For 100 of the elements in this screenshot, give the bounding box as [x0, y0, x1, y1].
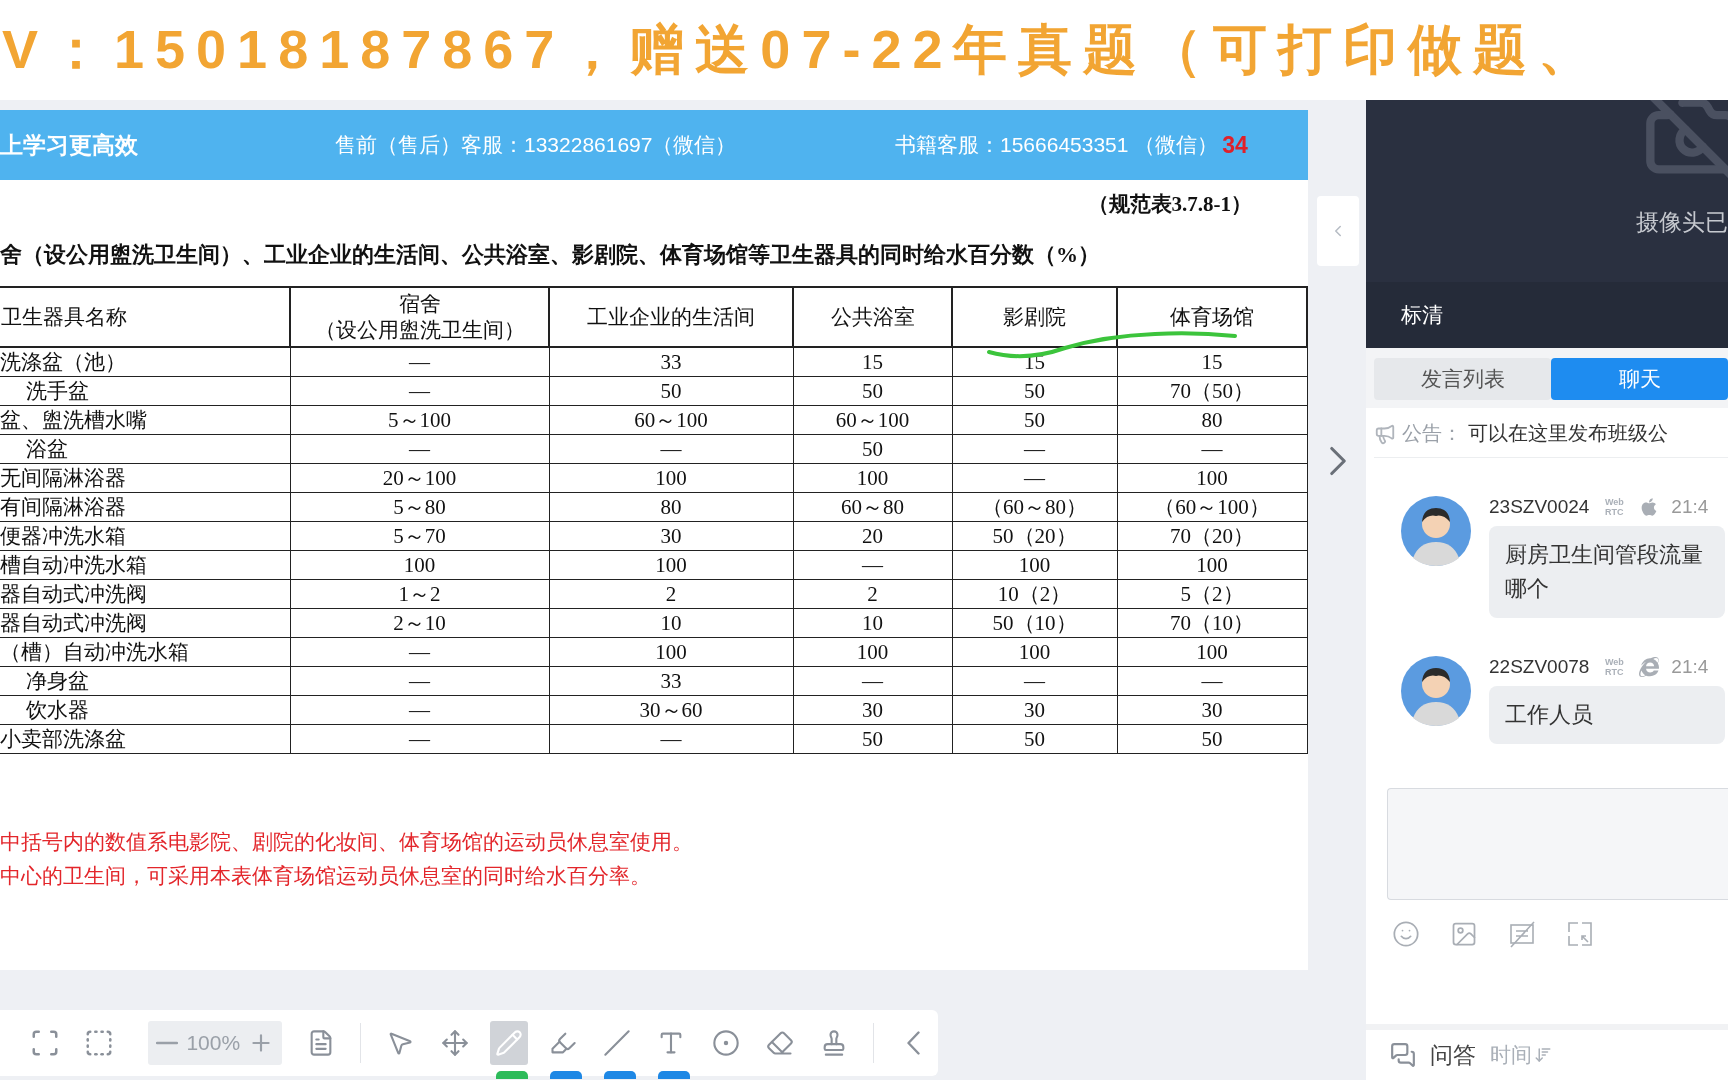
table-cell: 50: [952, 405, 1117, 435]
move-icon: [440, 1029, 469, 1057]
qa-icon: [1390, 1042, 1416, 1068]
table-cell: 70（50）: [1117, 376, 1307, 406]
emoji-icon[interactable]: [1392, 920, 1420, 948]
service-contact: 售前（售后）客服：13322861697（微信）: [335, 132, 738, 158]
table-cell: 10（2）: [952, 579, 1117, 609]
message-bubble: 工作人员: [1489, 686, 1725, 744]
client-label: Web RTC: [1603, 657, 1625, 677]
table-cell: 2～10: [290, 608, 549, 638]
table-cell: 1～2: [290, 579, 549, 609]
table-cell: （60～100）: [1117, 492, 1307, 522]
table-cell: 100: [549, 550, 793, 580]
table-cell: 15: [1117, 347, 1307, 377]
slogan: 上学习更高效: [0, 130, 139, 160]
table-cell: 100: [290, 550, 549, 580]
pencil-icon: [494, 1029, 523, 1057]
table-cell: 20: [793, 521, 952, 551]
table-cell: 100: [549, 637, 793, 667]
column-header: 卫生器具名称: [1, 304, 128, 330]
table-cell: 槽自动冲洗水箱: [0, 550, 290, 580]
promo-banner-text: V：15018187867，赠送07-22年真题（可打印做题、: [2, 17, 1604, 81]
table-cell: 30: [1117, 695, 1307, 725]
table-cell: 100: [549, 463, 793, 493]
table-cell: 33: [549, 666, 793, 696]
mute-chat-icon[interactable]: [1508, 920, 1536, 948]
minus-icon: [156, 1041, 179, 1045]
table-cell: —: [290, 724, 549, 754]
table-cell: 器自动式冲洗阀: [0, 579, 290, 609]
table-note: 中括号内的数值系电影院、剧院的化妆间、体育场馆的运动员休息室使用。: [0, 829, 694, 856]
quality-label[interactable]: 标清: [1401, 301, 1443, 329]
table-cell: 有间隔淋浴器: [0, 492, 290, 522]
table-cell: 50: [793, 434, 952, 464]
table-cell: 30: [952, 695, 1117, 725]
column-header: （设公用盥洗卫生间）: [313, 317, 526, 343]
image-icon[interactable]: [1450, 920, 1478, 948]
table-cell: 60～80: [793, 492, 952, 522]
table-cell: 50: [952, 724, 1117, 754]
table-cell: 30: [549, 521, 793, 551]
table-cell: 80: [1117, 405, 1307, 435]
panel-tab[interactable]: 聊天: [1551, 358, 1728, 400]
table-cell: —: [793, 666, 952, 696]
table-cell: 盆、盥洗槽水嘴: [0, 405, 290, 435]
table-cell: 5～70: [290, 521, 549, 551]
table-cell: 洗手盆: [0, 376, 290, 406]
client-label: Web RTC: [1603, 497, 1625, 517]
eraser-icon: [765, 1029, 794, 1057]
table-cell: 50（20）: [952, 521, 1117, 551]
book-service-contact: 书籍客服：15666453351 （微信）: [895, 132, 1219, 158]
message-time: 21:4: [1671, 496, 1709, 518]
table-cell: 小卖部洗涤盆: [0, 724, 290, 754]
screen-capture-icon[interactable]: [1566, 920, 1594, 948]
qa-tab[interactable]: 问答: [1430, 1039, 1476, 1071]
table-cell: 100: [1117, 463, 1307, 493]
table-cell: 50: [952, 376, 1117, 406]
table-reference: （规范表3.7.8-1）: [1087, 191, 1252, 218]
fit-screen-icon: [30, 1028, 61, 1058]
table-cell: —: [549, 724, 793, 754]
column-header: 体育场馆: [1169, 304, 1255, 330]
table-cell: —: [290, 434, 549, 464]
table-cell: —: [952, 666, 1117, 696]
target-icon: [711, 1029, 740, 1057]
table-cell: —: [290, 637, 549, 667]
table-cell: 50（10）: [952, 608, 1117, 638]
panel-tab[interactable]: 发言列表: [1374, 358, 1551, 400]
table-cell: 10: [793, 608, 952, 638]
table-cell: 100: [1117, 550, 1307, 580]
message-bubble: 厨房卫生间管段流量 哪个: [1489, 526, 1725, 618]
table-cell: 100: [793, 463, 952, 493]
table-cell: 70（10）: [1117, 608, 1307, 638]
table-cell: 100: [952, 550, 1117, 580]
column-header: 公共浴室: [829, 304, 916, 330]
table-cell: 33: [549, 347, 793, 377]
table-cell: 50: [793, 376, 952, 406]
table-cell: 100: [793, 637, 952, 667]
avatar: [1401, 656, 1471, 726]
table-cell: —: [290, 695, 549, 725]
table-cell: 2: [549, 579, 793, 609]
table-note: 中心的卫生间，可采用本表体育场馆运动员休息室的同时给水百分率。: [0, 863, 652, 890]
message-input[interactable]: [1387, 788, 1728, 900]
chevron-left-icon: [906, 1031, 920, 1055]
table-cell: —: [290, 347, 549, 377]
table-cell: 100: [952, 637, 1117, 667]
column-header: 宿舍: [397, 291, 442, 317]
table-cell: 50: [793, 724, 952, 754]
table-cell: 60～100: [549, 405, 793, 435]
table-cell: —: [290, 376, 549, 406]
table-cell: —: [952, 434, 1117, 464]
table-cell: 浴盆: [0, 434, 290, 464]
table-cell: 15: [793, 347, 952, 377]
table-cell: 洗涤盆（池）: [0, 347, 290, 377]
table-cell: 80: [549, 492, 793, 522]
column-header: 工业企业的生活间: [586, 304, 756, 330]
camera-status: 摄像头已: [1636, 208, 1728, 237]
table-title: 舍（设公用盥洗卫生间）、工业企业的生活间、公共浴室、影剧院、体育场馆等卫生器具的同时给水百分数（%）: [0, 241, 1101, 269]
table-cell: 净身盆: [0, 666, 290, 696]
table-cell: 便器冲洗水箱: [0, 521, 290, 551]
table-cell: 20～100: [290, 463, 549, 493]
table-cell: —: [952, 463, 1117, 493]
table-cell: 2: [793, 579, 952, 609]
